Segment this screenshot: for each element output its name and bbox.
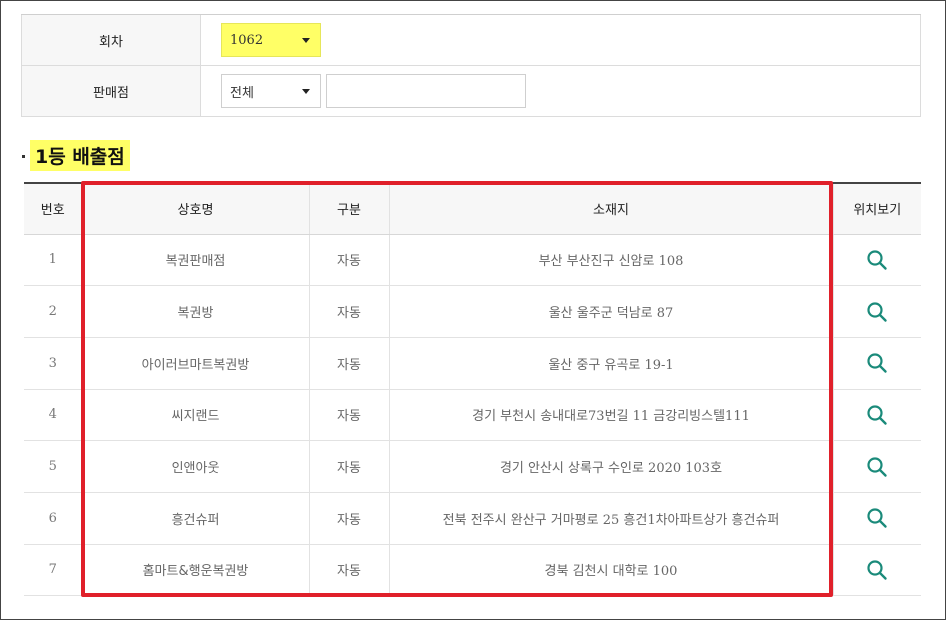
caret-down-icon bbox=[302, 38, 310, 43]
row-store-name: 복권방 bbox=[82, 285, 310, 338]
search-form: 회차 1062 판매점 전체 bbox=[21, 14, 921, 117]
store-row: 판매점 전체 bbox=[21, 66, 921, 117]
store-label: 판매점 bbox=[21, 66, 201, 116]
table-row: 1 복권판매점 자동 부산 부산진구 신암로 108 bbox=[24, 234, 921, 287]
row-type: 자동 bbox=[309, 285, 390, 338]
table-row: 4 씨지랜드 자동 경기 부천시 송내대로73번길 11 금강리빙스텔111 bbox=[24, 389, 921, 442]
row-location-cell bbox=[833, 492, 921, 545]
row-store-name: 흥건슈퍼 bbox=[82, 492, 310, 545]
row-address: 울산 중구 유곡로 19-1 bbox=[389, 337, 834, 390]
row-location-cell bbox=[833, 285, 921, 338]
row-address: 울산 울주군 덕남로 87 bbox=[389, 285, 834, 338]
store-search-input[interactable] bbox=[326, 74, 526, 108]
header-number: 번호 bbox=[24, 183, 83, 235]
row-number: 7 bbox=[24, 544, 83, 597]
header-location: 위치보기 bbox=[833, 183, 921, 235]
table-row: 2 복권방 자동 울산 울주군 덕남로 87 bbox=[24, 285, 921, 338]
row-store-name: 아이러브마트복권방 bbox=[82, 337, 310, 390]
row-type: 자동 bbox=[309, 389, 390, 442]
table-row: 6 흥건슈퍼 자동 전북 전주시 완산구 거마평로 25 흥건1차아파트상가 흥건슈퍼 bbox=[24, 492, 921, 545]
row-location-cell bbox=[833, 337, 921, 390]
table-row: 3 아이러브마트복권방 자동 울산 중구 유곡로 19-1 bbox=[24, 337, 921, 390]
round-label: 회차 bbox=[21, 15, 201, 65]
row-number: 1 bbox=[24, 234, 83, 287]
row-location-cell bbox=[833, 234, 921, 287]
row-address: 경북 김천시 대학로 100 bbox=[389, 544, 834, 597]
row-location-cell bbox=[833, 389, 921, 442]
search-icon[interactable] bbox=[866, 559, 888, 581]
search-icon[interactable] bbox=[866, 301, 888, 323]
row-location-cell bbox=[833, 440, 921, 493]
row-store-name: 홈마트&행운복권방 bbox=[82, 544, 310, 597]
search-icon[interactable] bbox=[866, 249, 888, 271]
winner-store-table: 번호 상호명 구분 소재지 위치보기 1 복권판매점 자동 부산 부산진구 신암로 1… bbox=[24, 182, 921, 597]
table-header-row: 번호 상호명 구분 소재지 위치보기 bbox=[24, 183, 921, 235]
row-store-name: 인앤아웃 bbox=[82, 440, 310, 493]
header-store-name: 상호명 bbox=[82, 183, 310, 235]
table-row: 5 인앤아웃 자동 경기 안산시 상록구 수인로 2020 103호 bbox=[24, 440, 921, 493]
round-select-value: 1062 bbox=[230, 32, 264, 48]
section-title-text: 1등 배출점 bbox=[30, 140, 130, 171]
round-row: 회차 1062 bbox=[21, 15, 921, 66]
row-type: 자동 bbox=[309, 337, 390, 390]
search-icon[interactable] bbox=[866, 404, 888, 426]
row-number: 4 bbox=[24, 389, 83, 442]
header-type: 구분 bbox=[309, 183, 390, 235]
search-icon[interactable] bbox=[866, 456, 888, 478]
section-title: 1등 배출점 bbox=[22, 140, 130, 171]
row-type: 자동 bbox=[309, 544, 390, 597]
row-number: 6 bbox=[24, 492, 83, 545]
row-address: 경기 안산시 상록구 수인로 2020 103호 bbox=[389, 440, 834, 493]
table-row: 7 홈마트&행운복권방 자동 경북 김천시 대학로 100 bbox=[24, 544, 921, 597]
row-address: 전북 전주시 완산구 거마평로 25 흥건1차아파트상가 흥건슈퍼 bbox=[389, 492, 834, 545]
row-number: 2 bbox=[24, 285, 83, 338]
row-type: 자동 bbox=[309, 234, 390, 287]
row-number: 5 bbox=[24, 440, 83, 493]
row-type: 자동 bbox=[309, 440, 390, 493]
row-address: 경기 부천시 송내대로73번길 11 금강리빙스텔111 bbox=[389, 389, 834, 442]
header-address: 소재지 bbox=[389, 183, 834, 235]
caret-down-icon bbox=[302, 89, 310, 94]
search-icon[interactable] bbox=[866, 352, 888, 374]
row-number: 3 bbox=[24, 337, 83, 390]
row-type: 자동 bbox=[309, 492, 390, 545]
row-location-cell bbox=[833, 544, 921, 597]
bullet-icon bbox=[22, 155, 25, 158]
row-address: 부산 부산진구 신암로 108 bbox=[389, 234, 834, 287]
search-icon[interactable] bbox=[866, 507, 888, 529]
row-store-name: 씨지랜드 bbox=[82, 389, 310, 442]
round-select[interactable]: 1062 bbox=[221, 23, 321, 57]
region-select-value: 전체 bbox=[230, 85, 254, 101]
region-select[interactable]: 전체 bbox=[221, 74, 321, 108]
row-store-name: 복권판매점 bbox=[82, 234, 310, 287]
